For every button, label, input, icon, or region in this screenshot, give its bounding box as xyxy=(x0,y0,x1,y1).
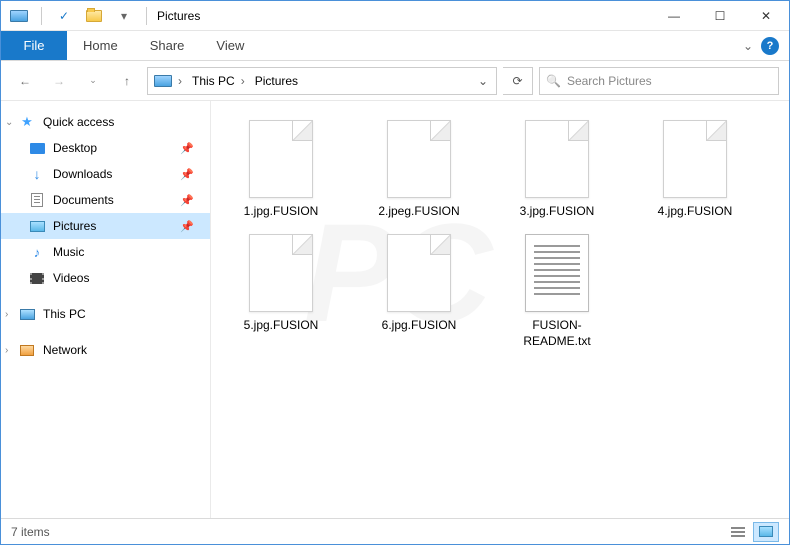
nav-desktop[interactable]: Desktop 📌 xyxy=(1,135,210,161)
maximize-button[interactable]: ☐ xyxy=(697,1,743,31)
nav-pictures[interactable]: Pictures 📌 xyxy=(1,213,210,239)
nav-label: Quick access xyxy=(43,115,114,129)
pc-icon xyxy=(19,306,35,322)
nav-quick-access[interactable]: ⌄ ★ Quick access xyxy=(1,109,210,135)
pin-icon: 📌 xyxy=(180,142,194,155)
nav-label: Network xyxy=(43,343,87,357)
nav-network[interactable]: › Network xyxy=(1,337,210,363)
chevron-right-icon: › xyxy=(5,345,8,356)
pictures-icon xyxy=(29,218,45,234)
separator xyxy=(41,7,42,25)
nav-downloads[interactable]: ↓ Downloads 📌 xyxy=(1,161,210,187)
pin-icon: 📌 xyxy=(180,194,194,207)
file-item[interactable]: 2.jpeg.FUSION xyxy=(359,115,479,219)
download-icon: ↓ xyxy=(29,166,45,182)
pin-icon: 📌 xyxy=(180,220,194,233)
file-item[interactable]: 6.jpg.FUSION xyxy=(359,229,479,349)
text-file-icon xyxy=(517,229,597,317)
forward-button[interactable]: → xyxy=(45,67,73,95)
system-menu-icon[interactable] xyxy=(7,5,31,27)
navigation-pane: ⌄ ★ Quick access Desktop 📌 ↓ Downloads 📌… xyxy=(1,101,211,518)
qat-properties-button[interactable]: ✓ xyxy=(52,5,76,27)
desktop-icon xyxy=(29,140,45,156)
nav-label: Desktop xyxy=(53,141,97,155)
recent-locations-button[interactable]: ⌄ xyxy=(79,67,107,95)
document-icon xyxy=(29,192,45,208)
qat-new-folder-button[interactable] xyxy=(82,5,106,27)
minimize-button[interactable]: — xyxy=(651,1,697,31)
file-name: 1.jpg.FUSION xyxy=(242,203,321,219)
music-icon: ♪ xyxy=(29,244,45,260)
file-item[interactable]: 4.jpg.FUSION xyxy=(635,115,755,219)
file-name: 5.jpg.FUSION xyxy=(242,317,321,333)
nav-label: Music xyxy=(53,245,84,259)
file-item[interactable]: FUSION-README.txt xyxy=(497,229,617,349)
chevron-down-icon: ⌄ xyxy=(5,117,13,128)
qat-customize-button[interactable]: ▾ xyxy=(112,5,136,27)
breadcrumb-this-pc[interactable]: This PC› xyxy=(188,68,251,94)
unknown-file-icon xyxy=(241,229,321,317)
window-title: Pictures xyxy=(157,9,200,23)
refresh-button[interactable]: ⟳ xyxy=(503,67,533,95)
up-button[interactable]: ↑ xyxy=(113,67,141,95)
star-icon: ★ xyxy=(19,114,35,130)
large-icons-view-button[interactable] xyxy=(753,522,779,542)
breadcrumb-pictures[interactable]: Pictures xyxy=(251,68,302,94)
file-name: 2.jpeg.FUSION xyxy=(376,203,461,219)
nav-label: This PC xyxy=(43,307,86,321)
help-button[interactable]: ? xyxy=(761,37,779,55)
file-item[interactable]: 3.jpg.FUSION xyxy=(497,115,617,219)
nav-this-pc[interactable]: › This PC xyxy=(1,301,210,327)
title-bar: ✓ ▾ Pictures — ☐ ✕ xyxy=(1,1,789,31)
search-input[interactable]: 🔍 Search Pictures xyxy=(539,67,779,95)
file-name: 4.jpg.FUSION xyxy=(656,203,735,219)
nav-label: Downloads xyxy=(53,167,112,181)
nav-documents[interactable]: Documents 📌 xyxy=(1,187,210,213)
address-bar[interactable]: › This PC› Pictures ⌄ xyxy=(147,67,497,95)
file-name: FUSION-README.txt xyxy=(497,317,617,349)
unknown-file-icon xyxy=(517,115,597,203)
video-icon xyxy=(29,270,45,286)
file-tab[interactable]: File xyxy=(1,31,67,60)
details-view-button[interactable] xyxy=(725,522,751,542)
unknown-file-icon xyxy=(655,115,735,203)
back-button[interactable]: ← xyxy=(11,67,39,95)
file-item[interactable]: 1.jpg.FUSION xyxy=(221,115,341,219)
search-placeholder: Search Pictures xyxy=(567,74,652,88)
address-bar-row: ← → ⌄ ↑ › This PC› Pictures ⌄ ⟳ 🔍 Search… xyxy=(1,61,789,101)
unknown-file-icon xyxy=(379,115,459,203)
breadcrumb-root-icon[interactable]: › xyxy=(150,68,188,94)
unknown-file-icon xyxy=(379,229,459,317)
nav-label: Documents xyxy=(53,193,114,207)
tab-home[interactable]: Home xyxy=(67,31,134,60)
nav-videos[interactable]: Videos xyxy=(1,265,210,291)
nav-music[interactable]: ♪ Music xyxy=(1,239,210,265)
file-list[interactable]: 1.jpg.FUSION 2.jpeg.FUSION 3.jpg.FUSION 4.j… xyxy=(211,101,789,518)
nav-label: Videos xyxy=(53,271,89,285)
separator xyxy=(146,7,147,25)
pin-icon: 📌 xyxy=(180,168,194,181)
close-button[interactable]: ✕ xyxy=(743,1,789,31)
expand-ribbon-button[interactable]: ⌄ xyxy=(743,39,753,53)
file-item[interactable]: 5.jpg.FUSION xyxy=(221,229,341,349)
chevron-right-icon: › xyxy=(5,309,8,320)
search-icon: 🔍 xyxy=(546,74,561,88)
file-name: 3.jpg.FUSION xyxy=(518,203,597,219)
network-icon xyxy=(19,342,35,358)
ribbon-tabs: File Home Share View ⌄ ? xyxy=(1,31,789,61)
tab-share[interactable]: Share xyxy=(134,31,201,60)
nav-label: Pictures xyxy=(53,219,96,233)
unknown-file-icon xyxy=(241,115,321,203)
file-name: 6.jpg.FUSION xyxy=(380,317,459,333)
address-dropdown-button[interactable]: ⌄ xyxy=(472,74,494,88)
tab-view[interactable]: View xyxy=(200,31,260,60)
status-bar: 7 items xyxy=(1,518,789,544)
item-count: 7 items xyxy=(11,525,50,539)
